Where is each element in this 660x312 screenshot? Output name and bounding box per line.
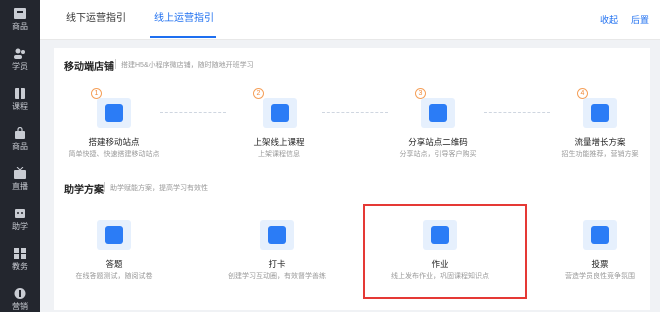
sidebar-item-academic[interactable]: 教务 — [0, 242, 40, 282]
sidebar-item-label: 商品 — [12, 142, 28, 151]
bag-icon — [15, 127, 25, 139]
tv-icon — [14, 167, 26, 179]
active-tab-indicator — [150, 36, 216, 38]
section-divider — [104, 182, 105, 192]
plan-item-desc: 创建学习互动圈，有效督学善练 — [228, 273, 326, 280]
collapse-link[interactable]: 收起 — [600, 13, 618, 26]
mobile-store-title: 移动端店铺 — [64, 62, 114, 73]
book-icon — [15, 88, 25, 99]
vote-icon[interactable] — [583, 220, 617, 250]
sidebar-item-store[interactable]: 商品 — [0, 2, 40, 42]
step-title[interactable]: 搭建移动站点 — [54, 136, 174, 148]
sidebar-item-students[interactable]: 学员 — [0, 42, 40, 82]
grid-icon — [14, 248, 26, 259]
learning-plan-desc: 助学赋能方案，提高学习有效性 — [110, 185, 208, 192]
step-desc: 上架课程信息 — [258, 151, 300, 158]
step-connector — [322, 112, 388, 113]
students-icon — [14, 48, 25, 59]
tab-offline-guide[interactable]: 线下运营指引 — [66, 12, 126, 26]
step-desc: 分享站点，引导客户购买 — [399, 151, 477, 158]
step-connector — [484, 112, 550, 113]
plan-item-title[interactable]: 打卡 — [217, 258, 337, 270]
plan-item-title[interactable]: 答题 — [54, 258, 174, 270]
step-desc: 招生功能推荐，营销方案 — [561, 151, 639, 158]
learning-plan-title: 助学方案 — [64, 185, 104, 196]
sidebar-item-label: 商品 — [12, 22, 28, 31]
sidebar-item-label: 学员 — [12, 62, 28, 71]
helper-icon — [15, 209, 25, 218]
step-title[interactable]: 流量增长方案 — [540, 136, 660, 148]
sidebar-item-label: 助学 — [12, 222, 28, 231]
step-connector — [160, 112, 226, 113]
sidebar-item-live[interactable]: 直播 — [0, 162, 40, 202]
checkin-icon[interactable] — [260, 220, 294, 250]
sidebar-item-label: 直播 — [12, 182, 28, 191]
upload-course-icon[interactable] — [263, 98, 297, 128]
step-title[interactable]: 上架线上课程 — [219, 136, 339, 148]
sidebar-item-label: 课程 — [12, 102, 28, 111]
sidebar-item-goods[interactable]: 商品 — [0, 122, 40, 162]
quiz-icon[interactable] — [97, 220, 131, 250]
section-divider — [115, 59, 116, 69]
step-desc: 简单快捷、快速搭建移动站点 — [68, 151, 160, 158]
marketing-icon — [14, 288, 26, 299]
sidebar-item-label: 营销 — [12, 302, 28, 311]
growth-icon[interactable] — [583, 98, 617, 128]
plan-item-desc: 在线答题测试，随阅试卷 — [75, 273, 153, 280]
tab-online-guide[interactable]: 线上运营指引 — [154, 12, 214, 26]
sidebar: 商品 学员 课程 商品 直播 助学 教务 营销 — [0, 0, 40, 312]
sidebar-item-marketing[interactable]: 营销 — [0, 282, 40, 312]
move-back-link[interactable]: 后置 — [631, 13, 649, 26]
sidebar-item-courses[interactable]: 课程 — [0, 82, 40, 122]
store-icon — [14, 8, 26, 19]
highlight-box — [363, 204, 527, 299]
satellite-icon[interactable] — [97, 98, 131, 128]
mobile-store-desc: 搭建H5&小程序微店铺，随时随地开班学习 — [121, 62, 254, 69]
qrcode-icon[interactable] — [421, 98, 455, 128]
plan-item-desc: 营造学员良性竞争氛围 — [565, 273, 635, 280]
top-tab-bar: 线下运营指引 线上运营指引 收起 后置 — [40, 0, 660, 40]
sidebar-item-label: 教务 — [12, 262, 28, 271]
plan-item-title[interactable]: 投票 — [540, 258, 660, 270]
sidebar-item-learning[interactable]: 助学 — [0, 202, 40, 242]
step-title[interactable]: 分享站点二维码 — [378, 136, 498, 148]
step-number: 2 — [253, 88, 264, 99]
